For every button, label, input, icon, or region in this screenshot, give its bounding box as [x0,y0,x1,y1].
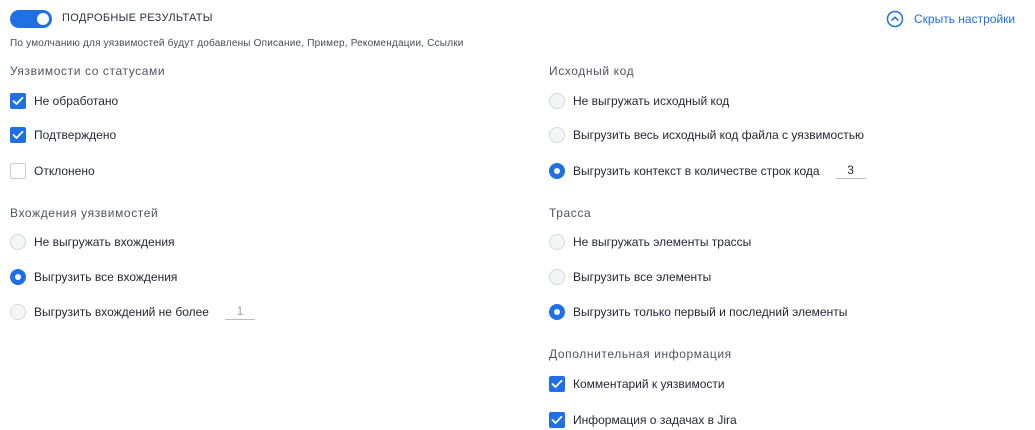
radio-label: Выгрузить контекст в количестве строк ко… [573,164,820,178]
radio-button[interactable] [549,127,565,143]
occurrences-option-limit[interactable]: Выгрузить вхождений не более 1 [10,302,255,322]
radio-label: Выгрузить только первый и последний элем… [573,305,848,319]
radio-label: Не выгружать элементы трассы [573,235,752,249]
checkbox-checked[interactable] [10,127,26,143]
check-icon [12,96,24,105]
context-lines-input[interactable]: 3 [835,163,866,179]
checkbox-checked[interactable] [10,93,26,109]
source-option-full-file[interactable]: Выгрузить весь исходный код файла с уязв… [549,125,864,145]
checkbox-label: Подтверждено [34,128,117,142]
radio-button[interactable] [549,269,565,285]
trace-title: Трасса [549,206,592,220]
occurrences-option-all[interactable]: Выгрузить все вхождения [10,267,177,287]
radio-label: Выгрузить все элементы [573,270,712,284]
occurrences-title: Вхождения уязвимостей [10,206,159,220]
checkbox-label: Информация о задачах в Jira [573,413,737,427]
checkbox-checked[interactable] [549,376,565,392]
hide-settings-button[interactable]: Скрыть настройки [886,10,1015,28]
toggle-knob [37,13,49,25]
statuses-title: Уязвимости со статусами [10,64,166,78]
checkbox-label: Отклонено [34,164,95,178]
checkbox-checked[interactable] [549,412,565,428]
status-checkbox-not-processed[interactable]: Не обработано [10,91,118,111]
status-checkbox-confirmed[interactable]: Подтверждено [10,125,116,145]
radio-button[interactable] [549,234,565,250]
trace-option-none[interactable]: Не выгружать элементы трассы [549,232,751,252]
checkbox-label: Не обработано [34,94,119,108]
detailed-results-toggle[interactable] [10,10,52,28]
radio-button-selected[interactable] [549,304,565,320]
radio-button-selected[interactable] [10,269,26,285]
toggle-label: ПОДРОБНЫЕ РЕЗУЛЬТАТЫ [62,12,213,24]
trace-option-first-last[interactable]: Выгрузить только первый и последний элем… [549,302,847,322]
status-checkbox-rejected[interactable]: Отклонено [10,161,95,181]
radio-button[interactable] [10,304,26,320]
radio-button[interactable] [549,93,565,109]
hide-settings-label: Скрыть настройки [914,12,1016,26]
extra-info-title: Дополнительная информация [549,347,732,361]
source-code-title: Исходный код [549,64,635,78]
radio-label: Выгрузить вхождений не более [34,305,209,319]
source-option-context[interactable]: Выгрузить контекст в количестве строк ко… [549,161,866,181]
radio-button-selected[interactable] [549,163,565,179]
radio-label: Выгрузить весь исходный код файла с уязв… [573,128,864,142]
occurrences-limit-input[interactable]: 1 [224,304,255,320]
radio-button[interactable] [10,234,26,250]
check-icon [12,130,24,139]
chevron-up-circle-icon [886,10,904,28]
extra-checkbox-jira[interactable]: Информация о задачах в Jira [549,410,737,430]
default-fields-note: По умолчанию для уязвимостей будут добав… [10,38,464,49]
radio-label: Не выгружать вхождения [34,235,175,249]
extra-checkbox-comment[interactable]: Комментарий к уязвимости [549,374,725,394]
trace-option-all[interactable]: Выгрузить все элементы [549,267,711,287]
checkbox-label: Комментарий к уязвимости [573,377,725,391]
radio-label: Выгрузить все вхождения [34,270,178,284]
check-icon [551,379,563,388]
radio-label: Не выгружать исходный код [573,94,730,108]
checkbox-unchecked[interactable] [10,163,26,179]
occurrences-option-none[interactable]: Не выгружать вхождения [10,232,175,252]
source-option-none[interactable]: Не выгружать исходный код [549,91,729,111]
check-icon [551,415,563,424]
